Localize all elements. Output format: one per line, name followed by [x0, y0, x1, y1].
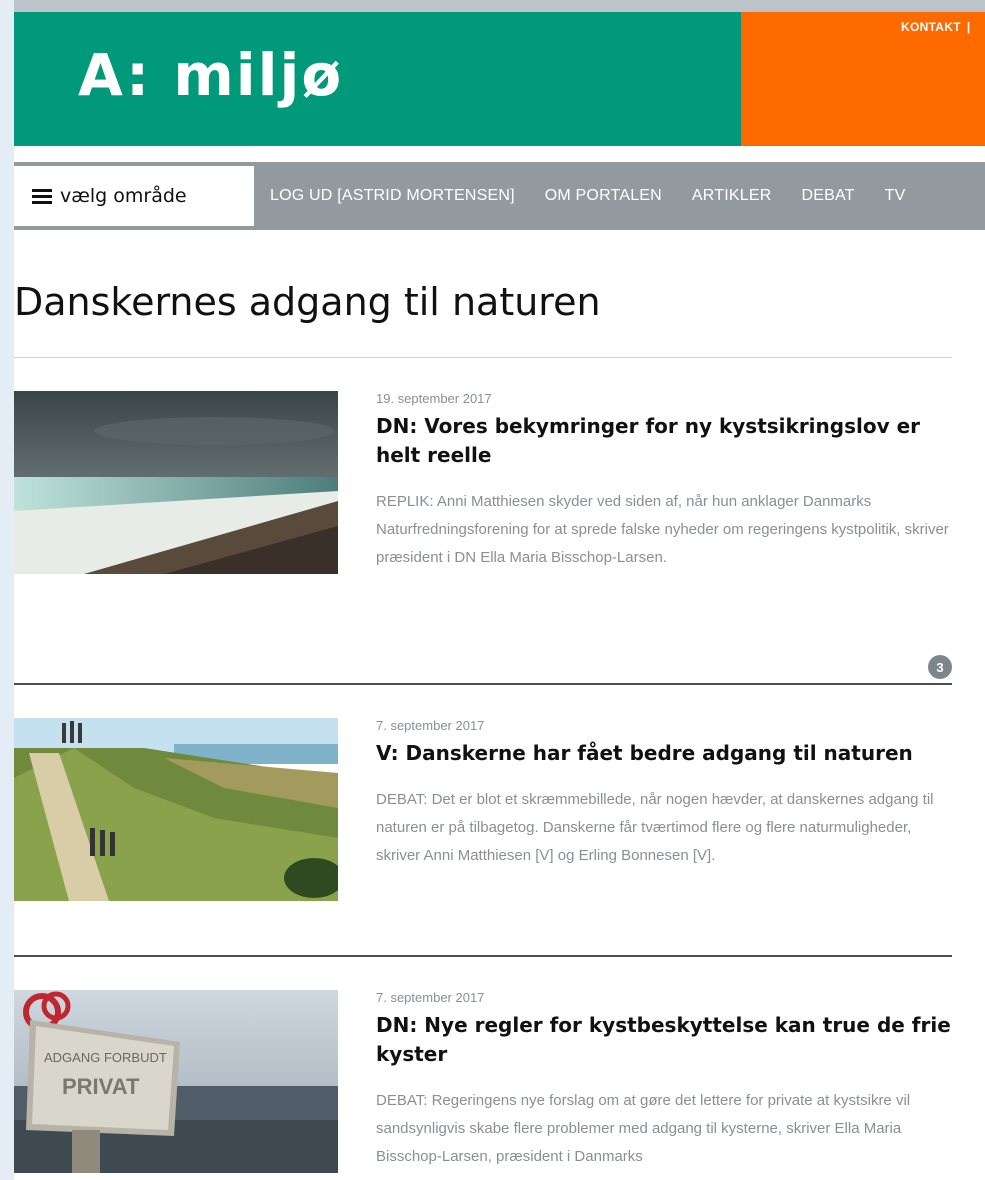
page-title: Danskernes adgang til naturen	[14, 280, 601, 324]
article-title[interactable]: V: Danskerne har fået bedre adgang til n…	[376, 739, 956, 768]
article-teaser: DEBAT: Regeringens nye forslag om at gør…	[376, 1092, 911, 1165]
article-thumbnail[interactable]	[14, 718, 338, 901]
contact-link[interactable]: KONTAKT |	[901, 20, 971, 34]
article-teaser: REPLIK: Anni Matthiesen skyder ved siden…	[376, 493, 949, 566]
article-teaser: DEBAT: Det er blot et skræmmebillede, nå…	[376, 791, 934, 864]
sign-text: PRIVAT	[62, 1074, 140, 1099]
contact-separator: |	[966, 20, 971, 34]
nav-tv[interactable]: TV	[885, 187, 906, 205]
title-divider	[14, 357, 952, 358]
header-banner: A: miljø	[14, 12, 741, 146]
article-title[interactable]: DN: Vores bekymringer for ny kystsikring…	[376, 412, 956, 470]
nav-links: LOG UD [ASTRID MORTENSEN] OM PORTALEN AR…	[270, 162, 936, 230]
article-title[interactable]: DN: Nye regler for kystbeskyttelse kan t…	[376, 1011, 956, 1069]
article-date: 19. september 2017	[376, 391, 492, 406]
site-logo[interactable]: A: miljø	[78, 46, 343, 104]
hamburger-icon	[32, 186, 52, 207]
article-date: 7. september 2017	[376, 718, 485, 733]
nav-logout[interactable]: LOG UD [ASTRID MORTENSEN]	[270, 187, 515, 205]
article-divider	[14, 683, 952, 685]
page: A: miljø KONTAKT | vælg område LOG UD [AS…	[14, 0, 985, 1180]
article-text: 19. september 2017 DN: Vores bekymringer…	[376, 391, 956, 572]
article-thumbnail[interactable]: ADGANG FORBUDT PRIVAT	[14, 990, 338, 1173]
sign-text: ADGANG FORBUDT	[44, 1050, 167, 1065]
top-strip	[14, 0, 985, 12]
article-text: 7. september 2017 V: Danskerne har fået …	[376, 718, 956, 870]
article-text: 7. september 2017 DN: Nye regler for kys…	[376, 990, 956, 1171]
article-thumbnail[interactable]	[14, 391, 338, 574]
nav-about-portal[interactable]: OM PORTALEN	[545, 187, 662, 205]
choose-area-label: vælg område	[60, 185, 187, 207]
article-date: 7. september 2017	[376, 990, 485, 1005]
choose-area-button[interactable]: vælg område	[14, 166, 254, 226]
nav-articles[interactable]: ARTIKLER	[692, 187, 772, 205]
article-divider	[14, 955, 952, 957]
main-nav: vælg område LOG UD [ASTRID MORTENSEN] OM…	[14, 162, 985, 230]
comment-count-badge[interactable]: 3	[928, 655, 952, 679]
nav-debate[interactable]: DEBAT	[801, 187, 854, 205]
